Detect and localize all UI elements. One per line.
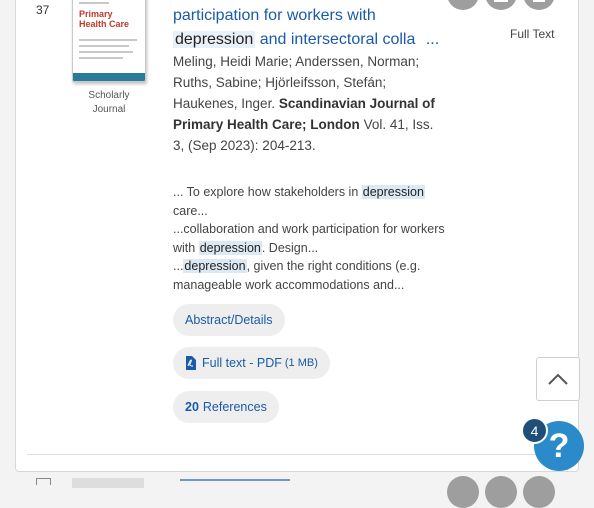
title-highlight: depression: [173, 31, 256, 48]
cover-line: [79, 51, 133, 53]
snippet-text: care...: [173, 203, 208, 218]
chevron-up-icon: [548, 373, 568, 385]
references-link[interactable]: 20 References: [173, 391, 279, 423]
result-snippet: ... To explore how stakeholders in depre…: [173, 183, 445, 294]
badge-count: 4: [530, 422, 539, 439]
abstract-details-link[interactable]: Abstract/Details: [173, 304, 285, 336]
cite-button[interactable]: [447, 0, 479, 10]
help-notification-badge: 4: [521, 417, 548, 444]
result-title-link[interactable]: participation for workers with depressio…: [173, 4, 445, 52]
email-icon: [494, 0, 508, 2]
abstract-details-label: Abstract/Details: [185, 313, 273, 327]
full-text-label[interactable]: Full Text: [510, 27, 554, 41]
journal-cover-thumbnail[interactable]: Primary Health Care: [72, 0, 146, 82]
pdf-icon: [186, 356, 196, 370]
result-authors-citation: Meling, Heidi Marie; Anderssen, Norman; …: [173, 51, 443, 156]
cover-line: [79, 57, 123, 59]
cover-line: [79, 45, 129, 47]
reference-count: 20: [185, 400, 199, 414]
back-to-top-button[interactable]: [536, 357, 580, 401]
cover-title: Primary Health Care: [79, 9, 130, 29]
email-button[interactable]: [485, 0, 517, 10]
snippet-highlight: depression: [198, 240, 262, 255]
cover-line: [79, 39, 137, 41]
title-text-cont: and intersectoral colla: [255, 31, 416, 48]
full-text-pdf-label: Full text - PDF: [202, 356, 282, 370]
document-type-label: Scholarly Journal: [88, 90, 130, 115]
snippet-text: ...: [173, 259, 184, 273]
save-button[interactable]: [523, 0, 555, 10]
title-text: participation for workers with: [173, 7, 376, 24]
next-result-thumbnail[interactable]: [72, 478, 144, 488]
cover-footer-bar: [73, 73, 145, 81]
cite-icon: [447, 0, 479, 10]
next-result-checkbox[interactable]: [36, 478, 51, 485]
result-divider: [27, 454, 565, 455]
snippet-text: . Design...: [261, 240, 319, 255]
snippet-highlight: depression: [361, 185, 425, 199]
cover-line: [79, 2, 109, 4]
title-ellipsis: ...: [425, 31, 440, 48]
snippet-text: ... To explore how stakeholders in: [173, 185, 362, 199]
references-label: References: [202, 400, 267, 414]
help-icon: ?: [548, 426, 570, 465]
result-number: 37: [36, 3, 50, 17]
pdf-size: (1 MB): [284, 357, 318, 369]
save-icon: [533, 0, 545, 2]
full-text-pdf-link[interactable]: Full text - PDF (1 MB): [173, 347, 330, 379]
snippet-highlight: depression: [183, 259, 247, 273]
